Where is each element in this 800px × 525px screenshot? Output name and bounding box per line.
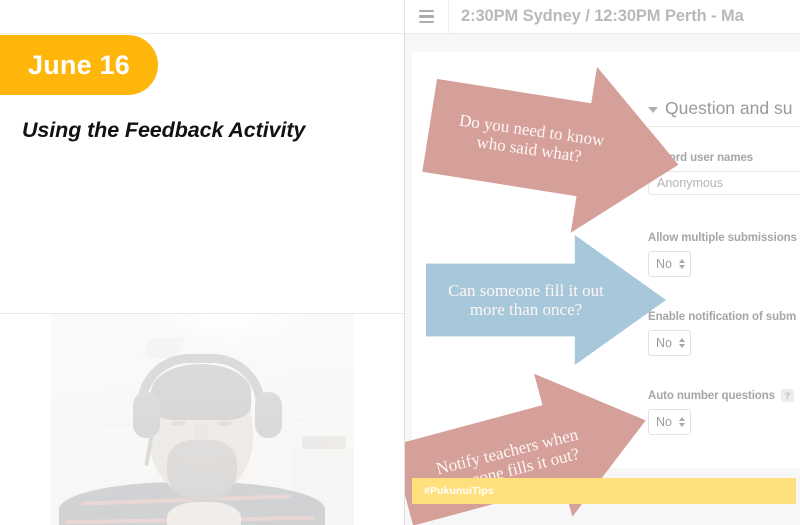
callout-text: Can someone fill it out more than once? xyxy=(448,280,604,319)
presenter-beard xyxy=(167,440,237,502)
section-header-label: Question and su xyxy=(665,98,793,118)
field-allow-multiple-submissions: Allow multiple submissions No xyxy=(648,232,800,277)
auto-number-questions-select[interactable]: No xyxy=(648,409,691,435)
field-label-text: Allow multiple submissions xyxy=(648,232,797,244)
callout-text: Do you need to know who said what? xyxy=(458,110,606,166)
select-value: No xyxy=(656,257,672,271)
settings-form-card: Question and su Record user names Anonym… xyxy=(412,52,800,468)
select-value: No xyxy=(656,336,672,350)
field-label: Allow multiple submissions xyxy=(648,232,800,244)
field-label: Enable notification of subm xyxy=(648,311,800,323)
field-label: Auto number questions ? xyxy=(648,389,800,402)
shelf-objects xyxy=(302,436,346,449)
field-label-text: Auto number questions xyxy=(648,389,775,402)
record-user-names-input[interactable]: Anonymous xyxy=(648,171,800,195)
presenter-mouth xyxy=(188,456,216,466)
webinar-title-panel: June 16 Using the Feedback Activity xyxy=(0,0,404,525)
field-label-text: Enable notification of subm xyxy=(648,311,797,323)
section-header[interactable]: Question and su xyxy=(648,98,792,119)
field-auto-number-questions: Auto number questions ? No xyxy=(648,389,800,435)
allow-multiple-submissions-select[interactable]: No xyxy=(648,251,691,277)
session-title: Using the Feedback Activity xyxy=(22,118,306,142)
spinner-icon[interactable] xyxy=(679,338,685,348)
presenter-eye xyxy=(171,421,186,426)
caret-down-icon[interactable] xyxy=(648,107,658,113)
callout-arrow-allow-multiple-submissions: Can someone fill it out more than once? xyxy=(426,235,666,365)
moodle-navbar: 2:30PM Sydney / 12:30PM Perth - Ma xyxy=(405,0,800,34)
date-badge: June 16 xyxy=(0,35,158,95)
enable-notification-select[interactable]: No xyxy=(648,330,691,356)
field-enable-notification: Enable notification of subm No xyxy=(648,311,800,356)
hamburger-icon[interactable] xyxy=(405,0,449,33)
screenshot-root: June 16 Using the Feedback Activity 2:30… xyxy=(0,0,800,525)
callout-arrow-record-user-names: Do you need to know who said what? xyxy=(416,42,691,247)
top-divider xyxy=(0,33,404,34)
spinner-icon[interactable] xyxy=(679,417,685,427)
navbar-title: 2:30PM Sydney / 12:30PM Perth - Ma xyxy=(461,7,744,25)
help-icon[interactable]: ? xyxy=(780,389,794,402)
headphone-earcup xyxy=(133,392,160,438)
presenter-hand xyxy=(167,502,241,525)
select-value: No xyxy=(656,415,672,429)
shared-screen-panel: 2:30PM Sydney / 12:30PM Perth - Ma Quest… xyxy=(404,0,800,525)
presenter-webcam-video[interactable] xyxy=(51,314,354,525)
headphone-earcup xyxy=(255,392,282,438)
tips-hashtag-banner: #PukunuiTips xyxy=(412,478,796,504)
section-divider xyxy=(648,126,800,127)
spinner-icon[interactable] xyxy=(679,259,685,269)
presenter-eye xyxy=(217,421,232,426)
